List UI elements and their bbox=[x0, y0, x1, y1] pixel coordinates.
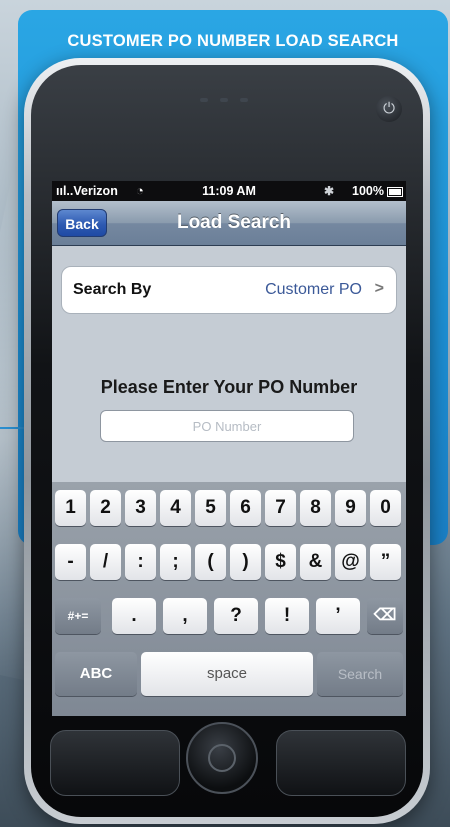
page-title: Load Search bbox=[176, 212, 292, 233]
key-5[interactable]: 5 bbox=[195, 490, 226, 526]
key-search[interactable]: Search bbox=[317, 652, 403, 696]
keyboard-row-punctuation: #+= . , ? ! ’ ⌫ bbox=[52, 598, 406, 634]
key-4[interactable]: 4 bbox=[160, 490, 191, 526]
key-space[interactable]: space bbox=[141, 652, 313, 696]
backspace-icon[interactable]: ⌫ bbox=[367, 598, 403, 634]
key-apostrophe[interactable]: ’ bbox=[316, 598, 360, 634]
po-prompt: Please Enter Your PO Number bbox=[100, 377, 358, 397]
key-abc[interactable]: ABC bbox=[55, 652, 137, 696]
phone-bottom-pad-right bbox=[276, 730, 406, 796]
key-6[interactable]: 6 bbox=[230, 490, 261, 526]
keyboard-row-numbers: 1 2 3 4 5 6 7 8 9 0 bbox=[52, 490, 406, 526]
phone-screen: ııl..Verizon ◔ 11:09 AM ✱ 100% Back Load… bbox=[52, 181, 406, 716]
key-comma[interactable]: , bbox=[163, 598, 207, 634]
key-1[interactable]: 1 bbox=[55, 490, 86, 526]
search-by-value: Customer PO bbox=[265, 281, 362, 298]
key-hyphen[interactable]: - bbox=[55, 544, 86, 580]
banner-title: CUSTOMER PO NUMBER LOAD SEARCH bbox=[67, 32, 399, 50]
home-button bbox=[186, 722, 258, 794]
key-semicolon[interactable]: ; bbox=[160, 544, 191, 580]
key-question[interactable]: ? bbox=[214, 598, 258, 634]
key-3[interactable]: 3 bbox=[125, 490, 156, 526]
key-slash[interactable]: / bbox=[90, 544, 121, 580]
key-open-paren[interactable]: ( bbox=[195, 544, 226, 580]
search-by-label: Search By bbox=[73, 281, 152, 298]
speaker-dot bbox=[220, 98, 228, 102]
bluetooth-icon: ✱ bbox=[323, 184, 334, 198]
key-close-paren[interactable]: ) bbox=[230, 544, 261, 580]
battery-icon bbox=[387, 187, 403, 197]
key-quote[interactable]: ” bbox=[370, 544, 401, 580]
power-icon: ⏻ bbox=[376, 96, 402, 122]
speaker-dot bbox=[200, 98, 208, 102]
status-bar: ııl..Verizon ◔ 11:09 AM ✱ 100% bbox=[52, 181, 406, 201]
keyboard-row-symbols: - / : ; ( ) $ & @ ” bbox=[52, 544, 406, 580]
key-ampersand[interactable]: & bbox=[300, 544, 331, 580]
search-by-row[interactable]: Search By Customer PO > bbox=[61, 266, 397, 314]
key-8[interactable]: 8 bbox=[300, 490, 331, 526]
phone-bottom-pad-left bbox=[50, 730, 180, 796]
speaker-dot bbox=[240, 98, 248, 102]
keyboard: 1 2 3 4 5 6 7 8 9 0 - / : ; ( ) $ & @ ” … bbox=[52, 482, 406, 716]
key-2[interactable]: 2 bbox=[90, 490, 121, 526]
chevron-right-icon: > bbox=[374, 280, 384, 297]
key-7[interactable]: 7 bbox=[265, 490, 296, 526]
key-0[interactable]: 0 bbox=[370, 490, 401, 526]
battery-percent: 100% bbox=[352, 184, 384, 198]
key-dollar[interactable]: $ bbox=[265, 544, 296, 580]
key-colon[interactable]: : bbox=[125, 544, 156, 580]
key-more-symbols[interactable]: #+= bbox=[55, 598, 101, 634]
key-exclamation[interactable]: ! bbox=[265, 598, 309, 634]
key-period[interactable]: . bbox=[112, 598, 156, 634]
key-9[interactable]: 9 bbox=[335, 490, 366, 526]
keyboard-row-bottom: ABC space Search bbox=[52, 652, 406, 696]
navigation-bar: Back Load Search bbox=[52, 201, 406, 246]
po-number-input[interactable] bbox=[100, 410, 354, 442]
key-at[interactable]: @ bbox=[335, 544, 366, 580]
